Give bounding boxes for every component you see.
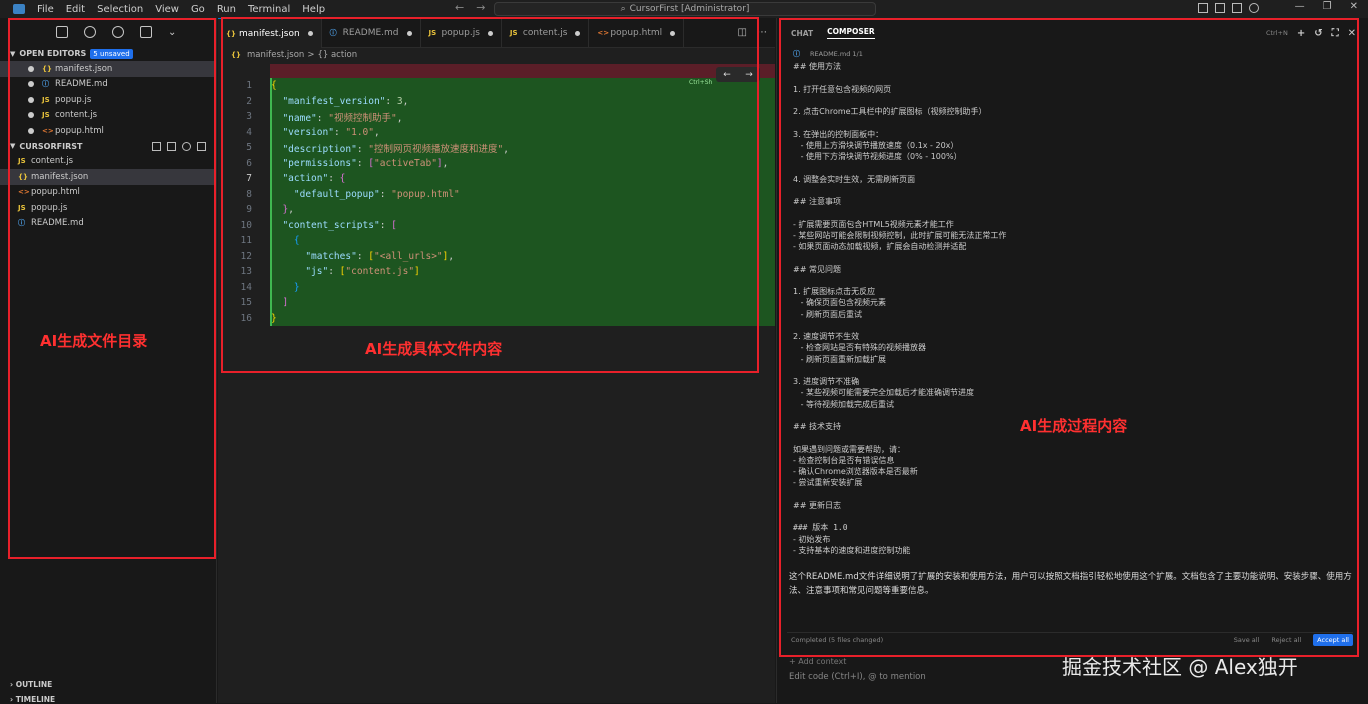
menu-edit[interactable]: Edit bbox=[66, 4, 85, 15]
menu-selection[interactable]: Selection bbox=[97, 4, 143, 15]
window-controls: — ❐ ✕ bbox=[1295, 1, 1358, 12]
annotation-box-composer bbox=[779, 18, 1359, 657]
title-bar: File Edit Selection View Go Run Terminal… bbox=[0, 0, 1368, 18]
back-arrow-icon[interactable]: ← bbox=[455, 1, 464, 14]
menu-bar: File Edit Selection View Go Run Terminal… bbox=[37, 4, 337, 15]
annotation-label-composer: AI生成过程内容 bbox=[1020, 417, 1128, 435]
annotation-box-sidebar bbox=[8, 18, 216, 559]
outline-title: OUTLINE bbox=[15, 680, 53, 689]
menu-terminal[interactable]: Terminal bbox=[248, 4, 290, 15]
layout-controls bbox=[1198, 3, 1259, 13]
minimize-icon[interactable]: — bbox=[1295, 1, 1305, 12]
add-context-button[interactable]: + Add context bbox=[789, 657, 846, 666]
command-center-search[interactable]: ⌕ CursorFirst [Administrator] bbox=[494, 2, 876, 16]
annotation-label-sidebar: AI生成文件目录 bbox=[40, 332, 148, 350]
toggle-panel-icon[interactable] bbox=[1215, 3, 1225, 13]
menu-run[interactable]: Run bbox=[217, 4, 236, 15]
menu-file[interactable]: File bbox=[37, 4, 54, 15]
forward-arrow-icon[interactable]: → bbox=[476, 1, 485, 14]
settings-gear-icon[interactable] bbox=[1249, 3, 1259, 13]
outline-section[interactable]: › OUTLINE bbox=[10, 680, 52, 689]
menu-view[interactable]: View bbox=[155, 4, 179, 15]
close-window-icon[interactable]: ✕ bbox=[1350, 1, 1358, 12]
nav-arrows: ← → bbox=[455, 1, 485, 14]
chevron-right-icon: › bbox=[10, 680, 14, 689]
menu-go[interactable]: Go bbox=[191, 4, 205, 15]
restore-icon[interactable]: ❐ bbox=[1323, 1, 1332, 12]
composer-input[interactable]: Edit code (Ctrl+I), @ to mention bbox=[789, 672, 926, 682]
search-icon: ⌕ bbox=[620, 4, 626, 14]
toggle-sidebar-icon[interactable] bbox=[1198, 3, 1208, 13]
annotation-box-editor bbox=[221, 17, 759, 373]
workspace-title: CursorFirst [Administrator] bbox=[629, 4, 750, 14]
toggle-secondary-sidebar-icon[interactable] bbox=[1232, 3, 1242, 13]
menu-help[interactable]: Help bbox=[302, 4, 325, 15]
app-logo-icon bbox=[13, 4, 25, 14]
annotation-label-editor: AI生成具体文件内容 bbox=[365, 340, 503, 358]
